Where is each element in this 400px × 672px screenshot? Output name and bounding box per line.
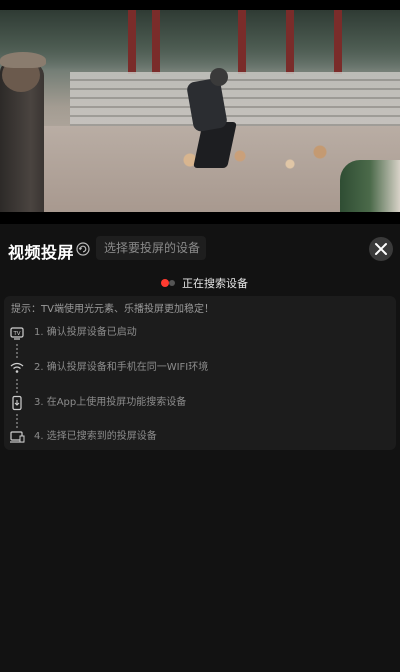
close-icon (375, 243, 387, 255)
step-connector (16, 414, 18, 428)
video-person-right (340, 160, 400, 212)
status-text: 正在搜索设备 (182, 277, 248, 290)
wifi-icon (9, 360, 25, 376)
step-item: 4. 选择已搜索到的投屏设备 (4, 427, 396, 447)
step-label: 3. 在App上使用投屏功能搜索设备 (34, 397, 187, 408)
video-pillar (128, 10, 136, 74)
step-connector (16, 379, 18, 393)
status-bar-area (0, 0, 400, 10)
svg-text:TV: TV (12, 331, 20, 337)
video-steps (70, 72, 400, 126)
phone-cast-icon (9, 395, 25, 411)
device-select[interactable]: 选择要投屏的设备 (96, 236, 206, 260)
video-pillar (286, 10, 294, 74)
step-item: TV 1. 确认投屏设备已启动 (4, 323, 396, 343)
search-status: 正在搜索设备 (0, 276, 400, 292)
tv-icon: TV (9, 325, 25, 341)
refresh-icon[interactable] (76, 241, 90, 256)
close-button[interactable] (369, 237, 393, 261)
video-pillar (152, 10, 160, 74)
video-pillar (238, 10, 246, 74)
step-item: 3. 在App上使用投屏功能搜索设备 (4, 393, 396, 413)
step-label: 2. 确认投屏设备和手机在同一WIFI环境 (34, 362, 209, 373)
loading-dots-icon (161, 279, 175, 287)
step-connector (16, 344, 18, 358)
video-bottom-edge (0, 212, 400, 224)
page-title: 视频投屏 (8, 243, 75, 262)
video-fighter-head (210, 68, 228, 86)
video-debris (150, 140, 350, 180)
step-item: 2. 确认投屏设备和手机在同一WIFI环境 (4, 358, 396, 378)
hint-text: 提示：TV端使用光元素、乐播投屏更加稳定！ (11, 304, 214, 315)
video-pillar (334, 10, 342, 74)
step-label: 1. 确认投屏设备已启动 (34, 327, 137, 338)
video-person-left-hat (0, 52, 46, 68)
cast-header: 视频投屏 选择要投屏的设备 (0, 224, 400, 276)
video-player[interactable] (0, 10, 400, 212)
step-label: 4. 选择已搜索到的投屏设备 (34, 431, 157, 442)
cast-device-icon (9, 429, 25, 445)
instructions-panel: 提示：TV端使用光元素、乐播投屏更加稳定！ TV 1. 确认投屏设备已启动 2.… (4, 296, 396, 450)
